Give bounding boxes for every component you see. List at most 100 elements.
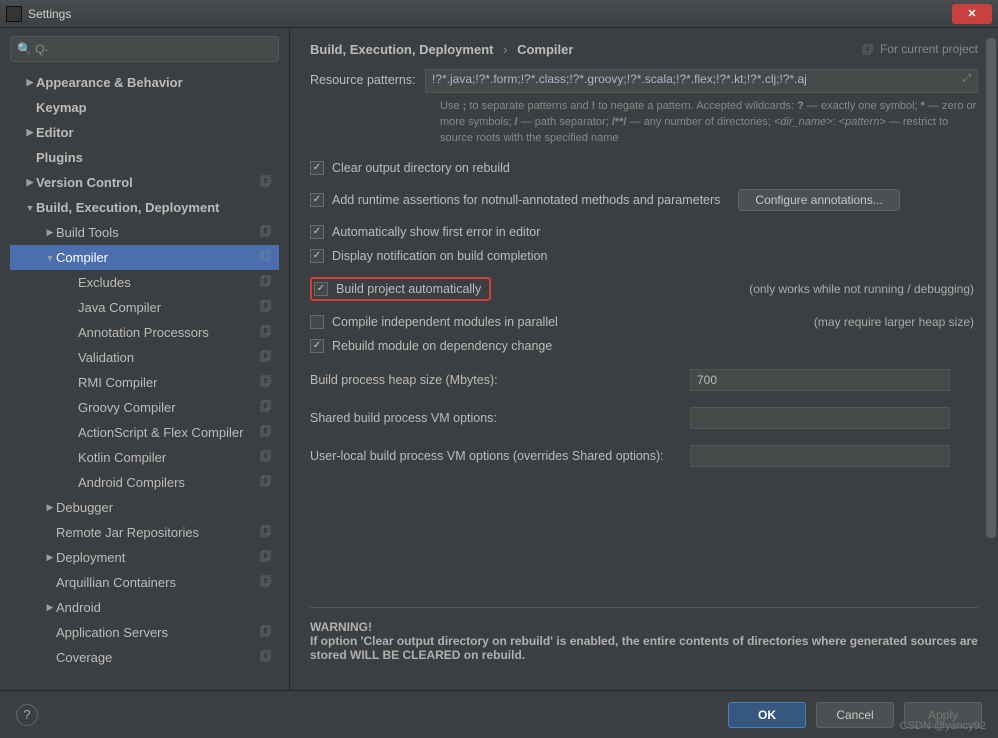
arrow-icon: ▶	[24, 127, 36, 138]
sidebar-item-label: Annotation Processors	[78, 325, 209, 340]
sidebar-item-label: Remote Jar Repositories	[56, 525, 199, 540]
resource-patterns-label: Resource patterns:	[310, 69, 425, 87]
arrow-icon: ▼	[44, 253, 56, 263]
runtime-assertions-label: Add runtime assertions for notnull-annot…	[332, 193, 720, 207]
sidebar-item-application-servers[interactable]: Application Servers	[10, 620, 279, 645]
window-title: Settings	[28, 7, 952, 21]
sidebar-item-label: Coverage	[56, 650, 112, 665]
sidebar-item-keymap[interactable]: Keymap	[10, 95, 279, 120]
resource-patterns-input[interactable]: !?*.java;!?*.form;!?*.class;!?*.groovy;!…	[425, 69, 978, 93]
breadcrumb-parent[interactable]: Build, Execution, Deployment	[310, 42, 493, 57]
copy-icon	[259, 550, 273, 564]
sidebar-item-label: Compiler	[56, 250, 108, 265]
sidebar-item-editor[interactable]: ▶ Editor	[10, 120, 279, 145]
auto-build-note: (only works while not running / debuggin…	[749, 282, 978, 296]
scope-label: For current project	[861, 42, 978, 56]
compile-parallel-checkbox[interactable]	[310, 315, 324, 329]
patterns-hint: Use ; to separate patterns and ! to nega…	[440, 99, 978, 147]
sidebar-item-label: RMI Compiler	[78, 375, 157, 390]
sidebar-item-compiler[interactable]: ▼ Compiler	[10, 245, 279, 270]
dialog-footer: ? OK Cancel Apply	[0, 690, 998, 738]
search-input[interactable]: 🔍 Q-	[10, 36, 279, 62]
settings-tree[interactable]: ▶ Appearance & Behavior Keymap ▶ Editor P…	[10, 70, 279, 682]
sidebar-item-label: Build, Execution, Deployment	[36, 200, 219, 215]
sidebar-item-excludes[interactable]: Excludes	[10, 270, 279, 295]
copy-icon	[259, 300, 273, 314]
breadcrumb-current: Compiler	[517, 42, 573, 57]
sidebar-item-arquillian-containers[interactable]: Arquillian Containers	[10, 570, 279, 595]
arrow-icon: ▶	[44, 552, 56, 563]
sidebar-item-kotlin-compiler[interactable]: Kotlin Compiler	[10, 445, 279, 470]
clear-output-label: Clear output directory on rebuild	[332, 161, 510, 175]
sidebar-item-label: Android	[56, 600, 101, 615]
close-button[interactable]: ✕	[952, 4, 992, 24]
sidebar-item-java-compiler[interactable]: Java Compiler	[10, 295, 279, 320]
sidebar-item-label: Excludes	[78, 275, 131, 290]
warning-block: WARNING! If option 'Clear output directo…	[310, 620, 978, 662]
sidebar-item-label: Java Compiler	[78, 300, 161, 315]
sidebar-item-appearance-behavior[interactable]: ▶ Appearance & Behavior	[10, 70, 279, 95]
arrow-icon: ▶	[44, 227, 56, 238]
sidebar-item-label: Version Control	[36, 175, 133, 190]
warning-text: If option 'Clear output directory on reb…	[310, 634, 978, 662]
sidebar-item-groovy-compiler[interactable]: Groovy Compiler	[10, 395, 279, 420]
copy-icon	[861, 44, 873, 56]
sidebar-item-android-compilers[interactable]: Android Compilers	[10, 470, 279, 495]
sidebar: 🔍 Q- ▶ Appearance & Behavior Keymap ▶ Edi…	[0, 28, 290, 690]
sidebar-item-validation[interactable]: Validation	[10, 345, 279, 370]
copy-icon	[259, 175, 273, 189]
arrow-icon: ▶	[44, 602, 56, 613]
shared-vm-label: Shared build process VM options:	[310, 411, 690, 425]
heap-size-input[interactable]	[690, 369, 950, 391]
compile-parallel-note: (may require larger heap size)	[814, 315, 978, 329]
sidebar-item-build-tools[interactable]: ▶ Build Tools	[10, 220, 279, 245]
copy-icon	[259, 350, 273, 364]
auto-build-highlight: Build project automatically	[310, 277, 491, 301]
copy-icon	[259, 250, 273, 264]
search-icon: 🔍	[17, 42, 32, 56]
arrow-icon: ▶	[24, 177, 36, 188]
build-notify-checkbox[interactable]	[310, 249, 324, 263]
user-vm-input[interactable]	[690, 445, 950, 467]
show-first-error-label: Automatically show first error in editor	[332, 225, 540, 239]
sidebar-item-android[interactable]: ▶ Android	[10, 595, 279, 620]
sidebar-item-version-control[interactable]: ▶ Version Control	[10, 170, 279, 195]
sidebar-item-label: Debugger	[56, 500, 113, 515]
sidebar-item-debugger[interactable]: ▶ Debugger	[10, 495, 279, 520]
sidebar-item-deployment[interactable]: ▶ Deployment	[10, 545, 279, 570]
shared-vm-input[interactable]	[690, 407, 950, 429]
cancel-button[interactable]: Cancel	[816, 702, 894, 728]
sidebar-item-label: Build Tools	[56, 225, 119, 240]
sidebar-item-label: Validation	[78, 350, 134, 365]
show-first-error-checkbox[interactable]	[310, 225, 324, 239]
configure-annotations-button[interactable]: Configure annotations...	[738, 189, 899, 211]
user-vm-label: User-local build process VM options (ove…	[310, 449, 690, 463]
rebuild-dep-label: Rebuild module on dependency change	[332, 339, 552, 353]
sidebar-item-label: Deployment	[56, 550, 125, 565]
expand-icon[interactable]: ⤢	[963, 73, 971, 84]
watermark: CSDN @yancy92	[900, 720, 986, 732]
sidebar-item-label: Application Servers	[56, 625, 168, 640]
clear-output-checkbox[interactable]	[310, 161, 324, 175]
copy-icon	[259, 525, 273, 539]
sidebar-item-plugins[interactable]: Plugins	[10, 145, 279, 170]
sidebar-item-label: Kotlin Compiler	[78, 450, 166, 465]
sidebar-item-label: Editor	[36, 125, 74, 140]
sidebar-item-annotation-processors[interactable]: Annotation Processors	[10, 320, 279, 345]
auto-build-checkbox[interactable]	[314, 282, 328, 296]
copy-icon	[259, 225, 273, 239]
help-button[interactable]: ?	[16, 704, 38, 726]
compile-parallel-label: Compile independent modules in parallel	[332, 315, 558, 329]
rebuild-dep-checkbox[interactable]	[310, 339, 324, 353]
sidebar-item-build-execution-deployment[interactable]: ▼ Build, Execution, Deployment	[10, 195, 279, 220]
breadcrumb-sep: ›	[503, 42, 507, 57]
sidebar-item-remote-jar-repositories[interactable]: Remote Jar Repositories	[10, 520, 279, 545]
sidebar-item-actionscript-flex-compiler[interactable]: ActionScript & Flex Compiler	[10, 420, 279, 445]
ok-button[interactable]: OK	[728, 702, 806, 728]
heap-size-label: Build process heap size (Mbytes):	[310, 373, 690, 387]
runtime-assertions-checkbox[interactable]	[310, 193, 324, 207]
sidebar-item-coverage[interactable]: Coverage	[10, 645, 279, 670]
sidebar-item-label: Keymap	[36, 100, 87, 115]
copy-icon	[259, 625, 273, 639]
sidebar-item-rmi-compiler[interactable]: RMI Compiler	[10, 370, 279, 395]
